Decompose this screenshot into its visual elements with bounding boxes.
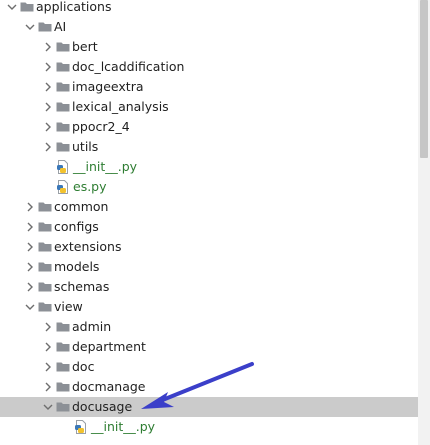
chevron-right-icon[interactable] — [42, 321, 54, 333]
folder-icon — [56, 102, 70, 112]
tree-row-utils[interactable]: utils — [0, 137, 418, 157]
tree-file-label: es.py — [73, 179, 107, 194]
python-file-icon — [57, 180, 68, 194]
tree-row-init-py[interactable]: __init__.py — [0, 417, 418, 437]
folder-icon — [38, 222, 52, 232]
tree-row-imageextra[interactable]: imageextra — [0, 77, 418, 97]
tree-row-models[interactable]: models — [0, 257, 418, 277]
tree-row-lexical-analysis[interactable]: lexical_analysis — [0, 97, 418, 117]
tree-item-label: lexical_analysis — [72, 99, 169, 114]
tree-row-ppocr2-4[interactable]: ppocr2_4 — [0, 117, 418, 137]
chevron-right-icon[interactable] — [24, 261, 36, 273]
folder-icon — [56, 402, 70, 412]
folder-icon — [38, 202, 52, 212]
folder-icon — [56, 42, 70, 52]
tree-item-label: common — [54, 199, 109, 214]
tree-item-label: utils — [72, 139, 99, 154]
tree-row-ai[interactable]: AI — [0, 17, 418, 37]
chevron-right-icon[interactable] — [42, 41, 54, 53]
python-file-icon — [57, 160, 68, 174]
tree-item-label: docusage — [72, 399, 133, 414]
chevron-right-icon[interactable] — [42, 61, 54, 73]
python-file-icon — [75, 420, 86, 434]
tree-item-label: extensions — [54, 239, 122, 254]
tree-row-view[interactable]: view — [0, 297, 418, 317]
tree-file-label: __init__.py — [91, 419, 156, 434]
chevron-right-icon[interactable] — [42, 381, 54, 393]
tree-row-init-py[interactable]: __init__.py — [0, 157, 418, 177]
tree-row-docusage[interactable]: docusage — [0, 397, 418, 417]
tree-item-label: configs — [54, 219, 99, 234]
scrollbar-thumb[interactable] — [420, 0, 428, 158]
chevron-right-icon[interactable] — [42, 341, 54, 353]
folder-icon — [56, 382, 70, 392]
chevron-right-icon[interactable] — [24, 221, 36, 233]
tree-row-schemas[interactable]: schemas — [0, 277, 418, 297]
tree-row-department[interactable]: department — [0, 337, 418, 357]
tree-row-applications[interactable]: applications — [0, 0, 418, 17]
tree-row-admin[interactable]: admin — [0, 317, 418, 337]
tree-row-docmanage[interactable]: docmanage — [0, 377, 418, 397]
folder-icon — [38, 262, 52, 272]
tree-item-label: doc_lcaddification — [72, 59, 185, 74]
chevron-right-icon[interactable] — [42, 361, 54, 373]
tree-item-label: doc — [72, 359, 95, 374]
tree-item-label: AI — [54, 19, 67, 34]
chevron-down-icon[interactable] — [24, 301, 36, 313]
chevron-down-icon[interactable] — [6, 1, 18, 13]
folder-icon — [56, 342, 70, 352]
tree-row-doc-lcaddification[interactable]: doc_lcaddification — [0, 57, 418, 77]
tree-item-label: models — [54, 259, 100, 274]
tree-item-label: ppocr2_4 — [72, 119, 130, 134]
folder-icon — [38, 282, 52, 292]
folder-icon — [38, 22, 52, 32]
folder-icon — [56, 82, 70, 92]
tree-item-label: department — [72, 339, 146, 354]
tree-item-label: docmanage — [72, 379, 146, 394]
tree-item-label: view — [54, 299, 83, 314]
chevron-right-icon[interactable] — [42, 81, 54, 93]
folder-icon — [56, 122, 70, 132]
chevron-right-icon[interactable] — [24, 281, 36, 293]
folder-icon — [56, 362, 70, 372]
chevron-right-icon[interactable] — [24, 201, 36, 213]
tree-item-label: schemas — [54, 279, 110, 294]
folder-icon — [38, 302, 52, 312]
chevron-down-icon[interactable] — [42, 401, 54, 413]
tree-row-es-py[interactable]: es.py — [0, 177, 418, 197]
folder-icon — [38, 242, 52, 252]
folder-icon — [56, 322, 70, 332]
tree-row-configs[interactable]: configs — [0, 217, 418, 237]
tree-item-label: applications — [36, 0, 112, 14]
tree-item-label: bert — [72, 39, 98, 54]
chevron-right-icon[interactable] — [42, 101, 54, 113]
tree-item-label: admin — [72, 319, 112, 334]
chevron-right-icon[interactable] — [42, 141, 54, 153]
tree-item-label: imageextra — [72, 79, 144, 94]
chevron-down-icon[interactable] — [24, 21, 36, 33]
tree-row-bert[interactable]: bert — [0, 37, 418, 57]
tree-row-common[interactable]: common — [0, 197, 418, 217]
folder-icon — [56, 142, 70, 152]
folder-icon — [20, 2, 34, 12]
chevron-right-icon[interactable] — [24, 241, 36, 253]
folder-icon — [56, 62, 70, 72]
chevron-right-icon[interactable] — [42, 121, 54, 133]
tree-row-extensions[interactable]: extensions — [0, 237, 418, 257]
tree-file-label: __init__.py — [73, 159, 138, 174]
tree-row-doc[interactable]: doc — [0, 357, 418, 377]
